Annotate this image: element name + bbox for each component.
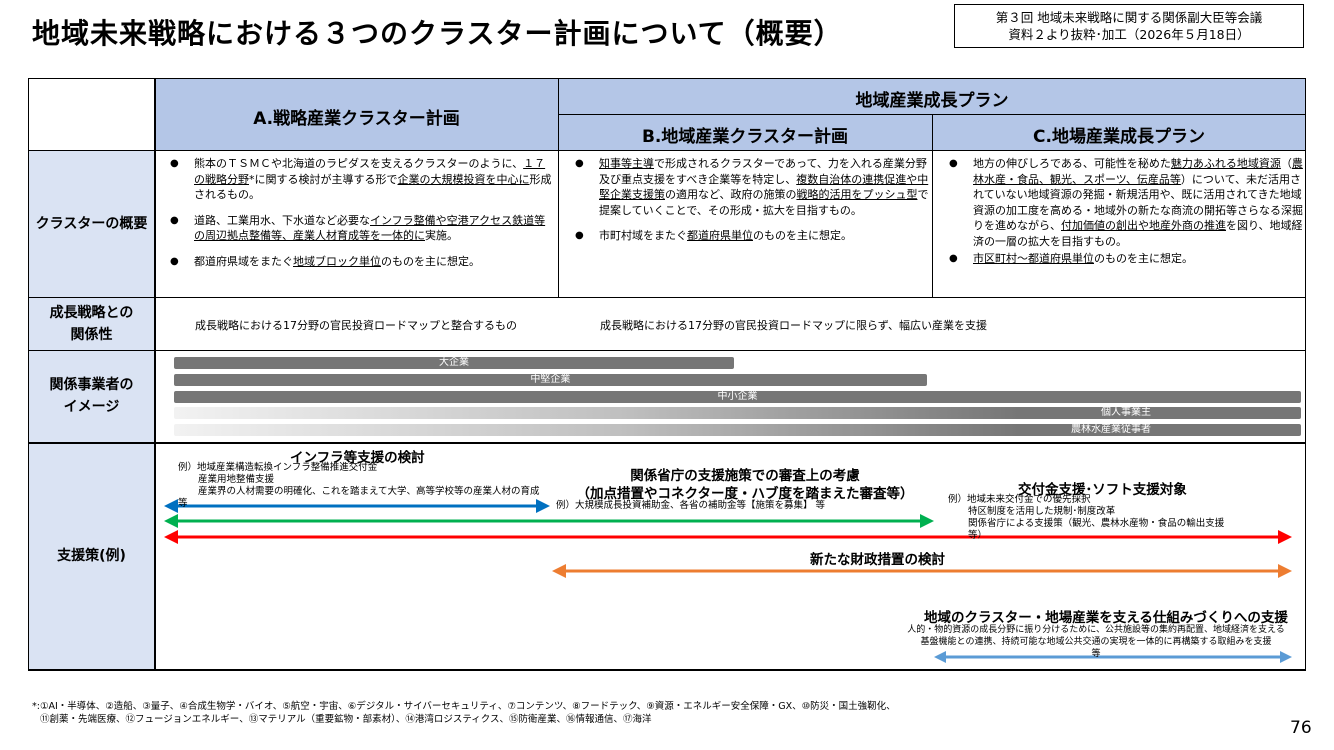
mech-title: 地域のクラスター・地場産業を支える仕組みづくりへの支援 — [924, 610, 1288, 626]
infra-ex-4: 等 — [178, 498, 188, 509]
row-divider-3 — [28, 442, 1306, 444]
footnote: *:①AI・半導体、②造船、③量子、④合成生物学・バイオ、⑤航空・宇宙、⑥デジタ… — [32, 700, 1072, 726]
header-col-a: A.戦略産業クラスター計画 — [253, 109, 460, 129]
row-divider-1 — [28, 297, 1306, 298]
overview-b-bullet-2: 市町村域をまたぐ都道府県単位のものを主に想定。 — [573, 228, 929, 244]
row-label-overview: クラスターの概要 — [35, 216, 148, 232]
infra-ex-3: 産業界の人材需要の明確化、これを踏まえて大学、高等学校等の産業人材の育成 — [198, 486, 540, 497]
overview-b-bullet-1: 知事等主導で形成されるクラスターであって、力を入れる産業分野及び重点支援をすべき… — [573, 156, 929, 218]
header-col-b: B.地域産業クラスター計画 — [641, 127, 849, 147]
mech-ex-2: 基盤機能との連携、持続可能な地域公共交通の実現を一体的に再構築する取組みを支援 — [920, 637, 1272, 647]
fiscal-title: 新たな財政措置の検討 — [810, 552, 945, 568]
relation-bc: 成長戦略における17分野の官民投資ロードマップに限らず、幅広い産業を支援 — [600, 319, 988, 332]
table-border-bottom — [28, 669, 1306, 671]
row-label-support: 支援策(例) — [57, 548, 126, 564]
grant-examples: 例）地域未来交付金での優先採択 特区制度を活用した規制･制度改革 関係省庁による… — [948, 494, 1248, 542]
grant-ex-3: 関係省庁による支援策（観光、農林水産物・食品の輸出支援 — [968, 518, 1225, 529]
overview-a-bullet-1: 熊本のＴＳＭＣや北海道のラピダスを支えるクラスターのように、１７の戦略分野*に関… — [168, 156, 554, 203]
header-group-bc: 地域産業成長プラン — [855, 91, 1009, 111]
source-line-1: 第３回 地域未来戦略に関する関係副大臣等会議 — [995, 10, 1263, 25]
review-title-2: （加点措置やコネクター度・ハブ度を踏まえた審査等） — [576, 486, 914, 502]
overview-c: 地方の伸びしろである、可能性を秘めた魅力あふれる地域資源（農林水産・食品、観光、… — [947, 156, 1304, 277]
row-divider-2 — [28, 350, 1306, 351]
overview-c-bullet-1: 地方の伸びしろである、可能性を秘めた魅力あふれる地域資源（農林水産・食品、観光、… — [947, 156, 1304, 249]
row-label-relation-line2: 関係性 — [70, 327, 113, 343]
grant-ex-2: 特区制度を活用した規制･制度改革 — [968, 506, 1116, 517]
mech-examples: 人的・物的資源の成長分野に振り分けるために、公共施設等の集約再配置、地域経済を支… — [900, 624, 1292, 660]
overview-a-bullet-3: 都道府県域をまたぐ地域ブロック単位のものを主に想定。 — [168, 254, 554, 270]
review-example: 例）大規模成長投資補助金、各省の補助金等【施策を募集】 等 — [556, 500, 826, 511]
row-label-relation: 成長戦略との 関係性 — [28, 298, 155, 350]
col-a-b-divider — [558, 78, 559, 298]
grant-ex-4: 等） — [968, 530, 988, 541]
mech-ex-1: 人的・物的資源の成長分野に振り分けるために、公共施設等の集約再配置、地域経済を支… — [907, 625, 1285, 635]
row-label-relation-line1: 成長戦略との — [49, 305, 134, 321]
header-divider — [28, 150, 1306, 151]
business-bar-large: 大企業 — [174, 357, 735, 369]
arrow-green — [164, 514, 934, 528]
row-label-business: 関係事業者の イメージ — [28, 350, 155, 442]
row-label-business-line1: 関係事業者の — [49, 377, 134, 393]
table-border-top — [28, 78, 1306, 79]
page-number: 76 — [1290, 718, 1312, 738]
business-bar-agri-fishery: 農林水産業従事者 — [174, 424, 1301, 436]
footnote-line-1: *:①AI・半導体、②造船、③量子、④合成生物学・バイオ、⑤航空・宇宙、⑥デジタ… — [32, 701, 896, 712]
overview-a-bullet-2: 道路、工業用水、下水道など必要なインフラ整備や空港アクセス鉄道等の周辺拠点整備等… — [168, 213, 554, 244]
review-title-1: 関係省庁の支援施策での審査上の考慮 — [630, 468, 860, 484]
infra-examples: 例）地域産業構造転換インフラ整備推進交付金 産業用地整備支援 産業界の人材需要の… — [178, 462, 540, 510]
table-border-right — [1305, 78, 1306, 670]
overview-b: 知事等主導で形成されるクラスターであって、力を入れる産業分野及び重点支援をすべき… — [573, 156, 929, 254]
footnote-line-2: ⑪創薬・先端医療、⑫フュージョンエネルギー、⑬マテリアル（重要鉱物・部素材）、⑭… — [40, 714, 652, 725]
source-box: 第３回 地域未来戦略に関する関係副大臣等会議 資料２より抜粋･加工（2026年５… — [954, 4, 1304, 48]
overview-c-bullet-2: 市区町村～都道府県単位のものを主に想定。 — [947, 251, 1304, 267]
business-bar-midsize: 中堅企業 — [174, 374, 927, 386]
business-bar-sole-proprietor: 個人事業主 — [174, 407, 1301, 419]
row-label-business-line2: イメージ — [63, 399, 120, 415]
relation-a: 成長戦略における17分野の官民投資ロードマップと整合するもの — [195, 319, 517, 332]
overview-a: 熊本のＴＳＭＣや北海道のラピダスを支えるクラスターのように、１７の戦略分野*に関… — [168, 156, 554, 279]
header-col-c: C.地場産業成長プラン — [1033, 127, 1205, 147]
infra-ex-2: 産業用地整備支援 — [198, 474, 275, 485]
business-bar-sme: 中小企業 — [174, 391, 1301, 403]
grant-ex-1: 例）地域未来交付金での優先採択 — [948, 494, 1091, 505]
page-title: 地域未来戦略における３つのクラスター計画について（概要） — [32, 17, 843, 50]
mech-ex-3: 等 — [1091, 649, 1101, 659]
source-line-2: 資料２より抜粋･加工（2026年５月18日） — [1008, 27, 1250, 42]
infra-ex-1: 例）地域産業構造転換インフラ整備推進交付金 — [178, 462, 378, 473]
